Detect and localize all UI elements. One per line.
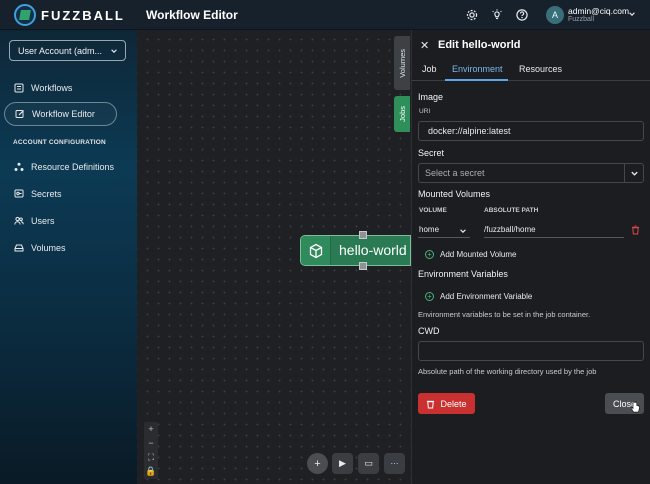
top-bar: FUZZBALL Workflow Editor A admin@ciq.com… [0, 0, 650, 30]
add-mounted-volume-label: Add Mounted Volume [440, 250, 517, 259]
path-column-header: ABSOLUTE PATH [484, 207, 539, 214]
chevron-down-icon [111, 49, 117, 53]
node-handle-top[interactable] [359, 231, 367, 239]
panel-title: Edit hello-world [438, 39, 521, 51]
edit-icon [15, 110, 24, 118]
sidebar-item-secrets[interactable]: Secrets [0, 182, 137, 206]
drive-icon [14, 244, 24, 252]
avatar[interactable]: A [546, 6, 564, 24]
sidebar-item-users[interactable]: Users [0, 209, 137, 233]
tab-volumes-label: Volumes [397, 48, 407, 78]
plus-circle-icon: + [425, 292, 434, 301]
help-icon[interactable] [515, 8, 529, 22]
path-underline [484, 237, 624, 238]
close-icon[interactable]: ✕ [420, 39, 429, 52]
add-mounted-volume-button[interactable]: + Add Mounted Volume [425, 250, 517, 259]
sidebar-item-label: Workflow Editor [32, 109, 95, 119]
list-icon [14, 83, 24, 93]
account-select-value: User Account (adm... [18, 45, 103, 56]
node-handle-bottom[interactable] [359, 262, 367, 270]
absolute-path-input[interactable]: /fuzzball/home [484, 225, 536, 234]
trash-icon [427, 400, 435, 409]
triangle-nodes-icon [14, 162, 24, 171]
zoom-controls: + − ⛶ 🔒 [144, 422, 158, 479]
cwd-input[interactable] [418, 341, 644, 361]
run-button[interactable]: ▶ [332, 453, 353, 474]
key-icon [14, 189, 24, 198]
lightbulb-icon[interactable] [490, 8, 504, 22]
page-title: Workflow Editor [146, 8, 238, 22]
tab-jobs[interactable]: Jobs [394, 96, 410, 132]
volume-column-header: VOLUME [419, 207, 447, 214]
chevron-down-icon[interactable] [624, 163, 644, 183]
node-label: hello-world [339, 242, 407, 258]
uri-input[interactable]: docker://alpine:latest [418, 121, 644, 141]
env-vars-help: Environment variables to be set in the j… [418, 310, 591, 319]
logo-mark-icon [14, 4, 36, 26]
fuzzball-logo[interactable]: FUZZBALL [14, 4, 125, 26]
delete-button[interactable]: Delete [418, 393, 475, 414]
user-email[interactable]: admin@ciq.com [568, 6, 629, 16]
add-node-button[interactable]: + [307, 453, 328, 474]
gear-icon[interactable] [465, 8, 479, 22]
chevron-down-icon[interactable] [628, 10, 636, 18]
chevron-down-icon[interactable] [459, 227, 467, 235]
active-tab-indicator [445, 79, 508, 81]
trash-icon[interactable] [631, 225, 640, 235]
delete-label: Delete [440, 398, 467, 409]
node-icon-box [301, 236, 331, 265]
more-options-button[interactable]: ··· [384, 453, 405, 474]
sidebar-item-label: Users [31, 216, 55, 226]
secret-select-placeholder: Select a secret [425, 168, 485, 178]
env-vars-title: Environment Variables [418, 269, 508, 279]
secret-select[interactable]: Select a secret [418, 163, 644, 183]
sidebar-item-label: Resource Definitions [31, 162, 115, 172]
sidebar-item-volumes[interactable]: Volumes [0, 236, 137, 260]
view-yaml-button[interactable]: ▭ [358, 453, 379, 474]
sidebar-item-label: Secrets [31, 189, 62, 199]
add-env-var-label: Add Environment Variable [440, 292, 533, 301]
add-env-var-button[interactable]: + Add Environment Variable [425, 292, 532, 301]
secret-section-title: Secret [418, 148, 445, 158]
job-node-hello-world[interactable]: hello-world [300, 235, 411, 266]
volume-select[interactable]: home [419, 225, 439, 234]
mounted-volumes-title: Mounted Volumes [418, 189, 491, 199]
brand-name: FUZZBALL [41, 7, 125, 23]
cwd-help: Absolute path of the working directory u… [418, 367, 597, 376]
uri-label: URI [419, 108, 431, 115]
sidebar-item-workflows[interactable]: Workflows [0, 76, 137, 100]
tab-environment[interactable]: Environment [452, 64, 503, 74]
users-icon [14, 216, 24, 225]
plus-circle-icon: + [425, 250, 434, 259]
user-org: Fuzzball [568, 16, 595, 23]
tab-jobs-label: Jobs [397, 106, 407, 122]
cube-icon [309, 243, 322, 258]
sidebar-item-resource-definitions[interactable]: Resource Definitions [0, 155, 137, 179]
tab-job[interactable]: Job [422, 64, 437, 74]
volume-underline [418, 237, 470, 238]
zoom-out-button[interactable]: − [144, 436, 158, 450]
tab-resources[interactable]: Resources [519, 64, 562, 74]
fit-view-button[interactable]: ⛶ [144, 450, 158, 464]
section-title-account-configuration: ACCOUNT CONFIGURATION [13, 139, 106, 146]
account-select[interactable]: User Account (adm... [9, 40, 126, 61]
sidebar-item-label: Volumes [31, 243, 66, 253]
tab-volumes[interactable]: Volumes [394, 36, 410, 90]
sidebar-item-workflow-editor[interactable]: Workflow Editor [4, 102, 117, 126]
sidebar-item-label: Workflows [31, 83, 73, 93]
sidebar: User Account (adm... Workflows Workflow … [0, 30, 137, 484]
image-section-title: Image [418, 92, 444, 102]
lock-button[interactable]: 🔒 [144, 464, 158, 478]
cwd-title: CWD [418, 326, 440, 336]
hand-cursor-icon [630, 401, 640, 413]
zoom-in-button[interactable]: + [144, 422, 158, 436]
